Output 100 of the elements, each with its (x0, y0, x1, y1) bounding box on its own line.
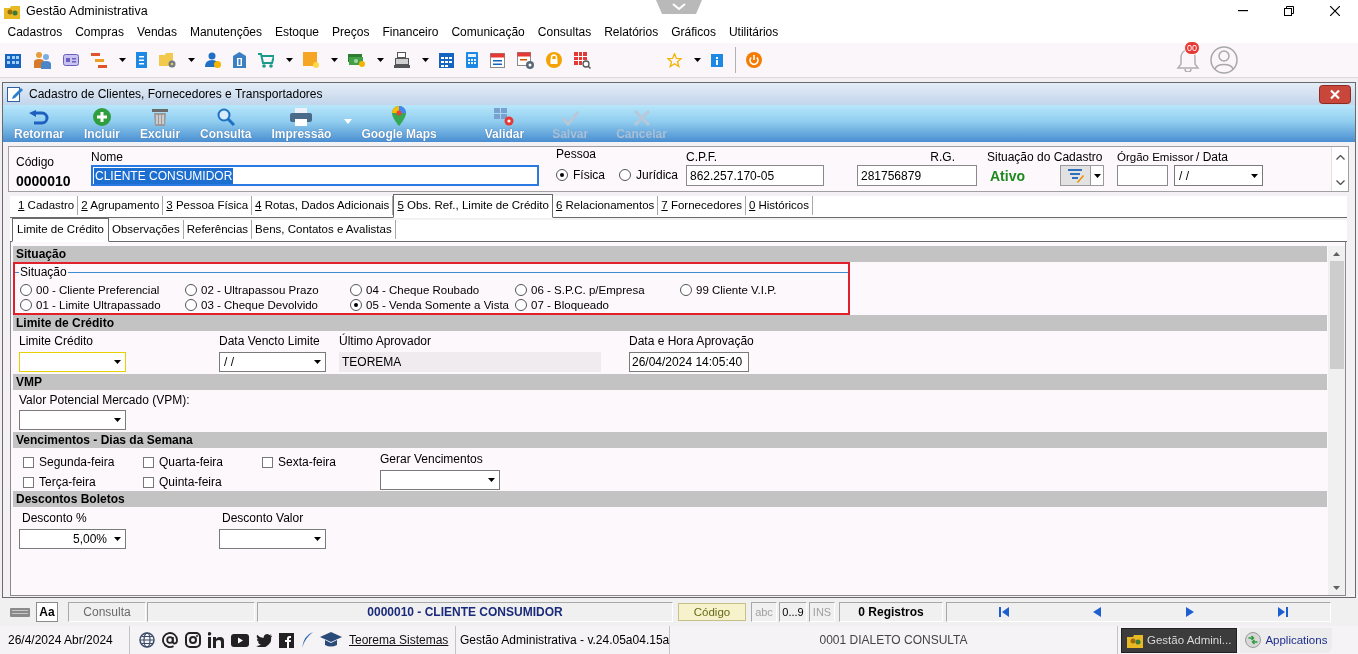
building-icon[interactable] (5, 52, 21, 68)
table-search-icon[interactable] (574, 51, 591, 69)
checkbox-option[interactable]: Segunda-feira (23, 452, 143, 472)
radio-option[interactable]: Jurídica (619, 168, 679, 182)
graduation-cap-icon[interactable] (320, 632, 342, 648)
keyboard-icon[interactable] (10, 607, 30, 617)
cash-register-icon[interactable] (394, 52, 410, 68)
radio-icon[interactable] (350, 283, 362, 296)
folder-gear-icon[interactable] (159, 52, 176, 68)
radio-option[interactable]: Física (556, 168, 605, 182)
dropdown-field[interactable]: / / (219, 352, 326, 372)
person-coin-icon[interactable] (205, 52, 221, 68)
radio-icon[interactable] (515, 298, 527, 311)
date-dropdown[interactable]: / / (1174, 165, 1263, 186)
f-logo-icon[interactable] (279, 632, 294, 648)
radio-icon[interactable] (185, 283, 197, 296)
company-link[interactable]: Teorema Sistemas (349, 633, 449, 647)
menu-item[interactable]: Relatórios (597, 24, 665, 41)
scrollbar[interactable] (1331, 147, 1348, 191)
menu-item[interactable]: Cadastros (1, 24, 69, 41)
caret-icon[interactable] (286, 58, 293, 62)
next-icon[interactable] (1186, 607, 1195, 617)
globe-icon[interactable] (139, 632, 155, 648)
tab[interactable]: Bens, Contatos e Avalistas (252, 220, 396, 239)
menu-item[interactable]: Comunicação (444, 24, 532, 41)
scrollbar[interactable] (1328, 246, 1345, 595)
tab[interactable]: 1 Cadastro (15, 196, 79, 215)
menu-item[interactable]: Utilitários (722, 24, 785, 41)
bird-icon[interactable] (256, 633, 272, 647)
dropdown-field[interactable] (380, 470, 500, 490)
radio-icon[interactable] (20, 298, 32, 311)
checkbox-option[interactable]: Quinta-feira (143, 472, 262, 492)
taskbar-button[interactable]: Gestão Admini... (1121, 627, 1238, 653)
radio-icon[interactable] (515, 283, 527, 296)
hierarchy-icon[interactable] (91, 52, 107, 68)
close-icon[interactable] (1330, 6, 1340, 16)
tab[interactable]: 7 Fornecedores (658, 196, 746, 215)
caret-icon[interactable] (188, 58, 195, 62)
tab[interactable]: Referências (183, 220, 253, 239)
restore-icon[interactable] (1284, 6, 1294, 16)
menu-item[interactable]: Preços (325, 24, 376, 41)
menu-item[interactable]: Manutenções (183, 24, 269, 41)
checkbox-icon[interactable] (143, 476, 154, 488)
caret-icon[interactable] (694, 58, 701, 62)
tab[interactable]: Limite de Crédito (12, 218, 109, 242)
chevron-up-icon[interactable] (1335, 155, 1345, 160)
menu-item[interactable]: Financeiro (375, 24, 445, 41)
text-field[interactable]: 862.257.170-05 (686, 165, 824, 186)
camera-icon[interactable] (185, 632, 201, 648)
document-icon[interactable] (136, 52, 147, 68)
radio-option[interactable]: 02 - Ultrapassou Prazo (185, 282, 350, 297)
checkbox-icon[interactable] (262, 456, 273, 468)
checkbox-icon[interactable] (143, 456, 154, 468)
close-icon[interactable] (1319, 84, 1351, 104)
radio-icon[interactable] (20, 283, 32, 296)
tab[interactable]: Observações (108, 220, 184, 239)
tab[interactable]: 2 Agrupamento (78, 196, 164, 215)
taskbar-button[interactable]: Applications (1240, 627, 1333, 653)
checkbox-option[interactable]: Terça-feira (23, 472, 143, 492)
radio-option[interactable]: 05 - Venda Somente a Vista (350, 297, 515, 312)
info-icon[interactable] (711, 53, 723, 67)
radio-icon[interactable] (556, 169, 568, 181)
previous-icon[interactable] (1092, 607, 1101, 617)
radio-option[interactable]: 00 - Cliente Preferencial (20, 282, 185, 297)
calendar-grid-icon[interactable] (439, 52, 454, 68)
text-field[interactable]: 281756879 (857, 165, 977, 186)
checkbox-option[interactable]: Quarta-feira (143, 452, 262, 472)
radio-option[interactable]: 06 - S.P.C. p/Empresa (515, 282, 680, 297)
radio-option[interactable]: 99 Cliente V.I.P. (680, 282, 845, 297)
chevron-down-icon[interactable] (1335, 180, 1345, 185)
dropdown-field[interactable] (19, 410, 126, 430)
at-sign-icon[interactable] (162, 632, 178, 648)
menu-item[interactable]: Consultas (531, 24, 598, 41)
swoosh-icon[interactable] (301, 632, 313, 648)
tab[interactable]: 6 Relacionamentos (552, 196, 659, 215)
caret-icon[interactable] (119, 58, 126, 62)
calculator-icon[interactable] (466, 52, 478, 68)
menu-item[interactable]: Compras (68, 24, 131, 41)
money-icon[interactable] (348, 53, 365, 67)
arrow-up-icon[interactable] (1333, 252, 1340, 256)
dropdown-field[interactable] (219, 529, 326, 549)
radio-option[interactable]: 01 - Limite Ultrapassado (20, 297, 185, 312)
dropdown-field[interactable]: 5,00% (19, 529, 126, 549)
menu-item[interactable]: Estoque (268, 24, 326, 41)
tab[interactable]: 5 Obs. Ref., Limite de Crédito (393, 194, 553, 218)
radio-icon[interactable] (350, 298, 362, 311)
cart-icon[interactable] (258, 52, 274, 68)
caret-icon[interactable] (377, 58, 384, 62)
play-icon[interactable] (231, 633, 249, 647)
tab[interactable]: 3 Pessoa Física (163, 196, 253, 215)
radio-option[interactable]: 04 - Cheque Roubado (350, 282, 515, 297)
calendar-icon[interactable] (490, 52, 505, 68)
calendar-gear-icon[interactable] (517, 51, 534, 69)
text-field[interactable]: 26/04/2024 14:05:40 (629, 352, 749, 372)
in-logo-icon[interactable] (208, 632, 224, 648)
last-icon[interactable] (1278, 607, 1289, 617)
tab[interactable]: 0 Históricos (745, 196, 813, 215)
radio-option[interactable]: 03 - Cheque Devolvido (185, 297, 350, 312)
first-icon[interactable] (998, 607, 1009, 617)
text-field[interactable]: CLIENTE CONSUMIDOR (91, 165, 539, 186)
